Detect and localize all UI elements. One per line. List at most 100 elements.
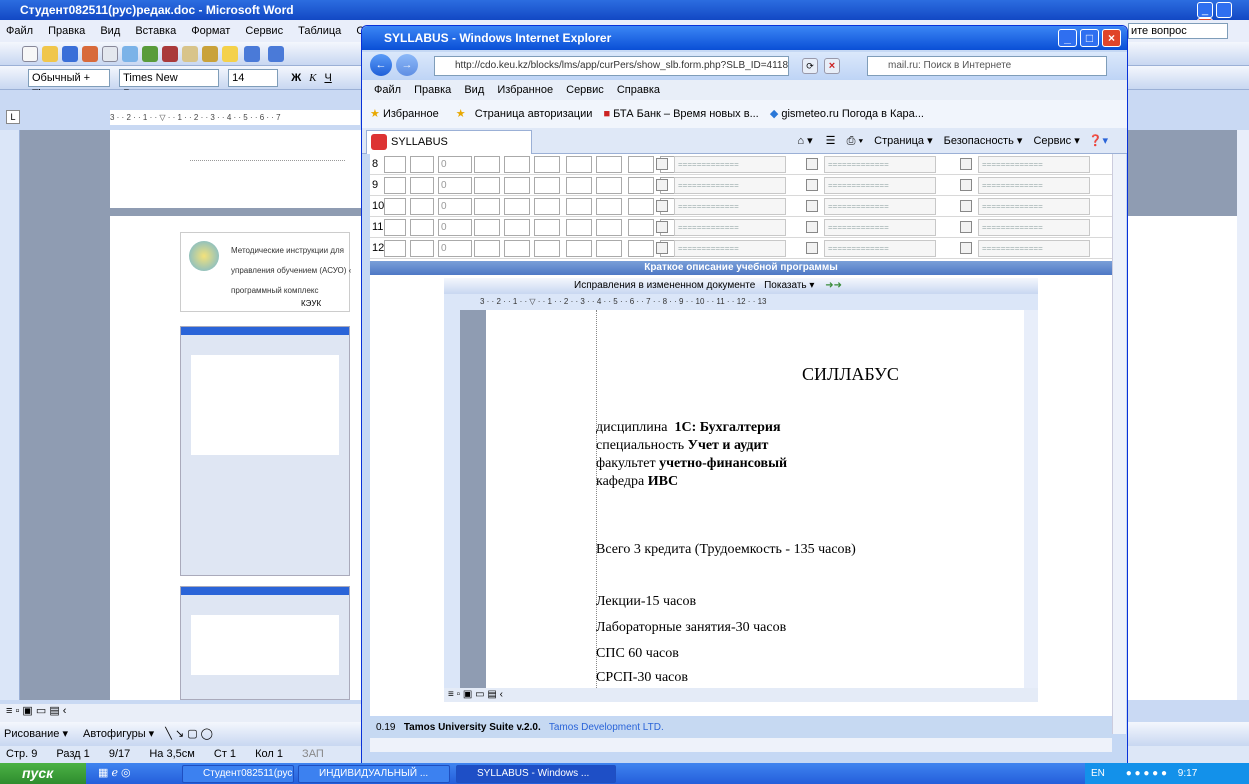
star-icon[interactable]: ★ (370, 108, 380, 120)
print-preview-icon[interactable] (122, 46, 138, 62)
grid-cell[interactable] (628, 240, 654, 257)
grid-cell[interactable] (474, 240, 500, 257)
grid-cell[interactable] (628, 177, 654, 194)
grid-cell[interactable] (410, 156, 434, 173)
grid-cell[interactable] (504, 219, 530, 236)
grid-select[interactable]: ============= (674, 156, 786, 173)
grid-cell[interactable] (504, 240, 530, 257)
tray-icons[interactable]: ● ● ● ● ● (1126, 768, 1167, 779)
grid-cell[interactable] (534, 198, 560, 215)
italic-icon[interactable]: К (309, 72, 316, 84)
grid-cell[interactable] (474, 219, 500, 236)
track-changes-combo[interactable]: Исправления в измененном документе (574, 280, 755, 291)
menu-insert[interactable]: Вставка (135, 25, 176, 37)
font-combo[interactable]: Times New Roman (119, 69, 220, 100)
menu-table[interactable]: Таблица (298, 25, 341, 37)
home-icon[interactable]: ⌂ ▾ (797, 135, 812, 147)
redo-icon[interactable] (268, 46, 284, 62)
grid-cell-zero[interactable]: 0 (438, 156, 472, 173)
grid-cell[interactable] (474, 177, 500, 194)
grid-checkbox[interactable] (806, 179, 818, 191)
new-document-icon[interactable] (22, 46, 38, 62)
stop-icon[interactable]: × (824, 58, 840, 74)
grid-cell[interactable] (596, 177, 622, 194)
task-ie-syllabus[interactable]: SYLLABUS - Windows ... (456, 765, 616, 783)
embedded-ruler[interactable]: 3 · · 2 · · 1 · · ▽ · · 1 · · 2 · · 3 · … (444, 294, 1038, 310)
grid-checkbox[interactable] (656, 179, 668, 191)
ie-menu-file[interactable]: Файл (374, 84, 401, 96)
grid-select[interactable]: ============= (674, 219, 786, 236)
spelling-icon[interactable] (142, 46, 158, 62)
language-indicator[interactable]: EN (1091, 768, 1105, 779)
grid-checkbox[interactable] (806, 221, 818, 233)
paste-icon[interactable] (202, 46, 218, 62)
ie-horizontal-scrollbar[interactable] (370, 738, 1112, 752)
grid-cell[interactable] (474, 198, 500, 215)
grid-cell[interactable] (628, 198, 654, 215)
grid-cell[interactable] (566, 156, 592, 173)
grid-checkbox[interactable] (656, 200, 668, 212)
grid-select[interactable]: ============= (824, 198, 936, 215)
fav-link-auth[interactable]: Страница авторизации (475, 108, 593, 120)
ie-vertical-scrollbar[interactable] (1112, 154, 1126, 734)
fav-link-bta[interactable]: БТА Банк – Время новых в... (613, 108, 759, 120)
menu-tools[interactable]: Сервис (245, 25, 283, 37)
menu-edit[interactable]: Правка (48, 25, 85, 37)
grid-cell[interactable] (596, 198, 622, 215)
grid-select[interactable]: ============= (674, 198, 786, 215)
help-question-box[interactable]: ите вопрос (1128, 23, 1228, 39)
style-combo[interactable]: Обычный + Time (28, 69, 110, 100)
favorites-button[interactable]: Избранное (383, 108, 439, 120)
quick-launch-icons[interactable]: ▦ ℯ ◎ (98, 766, 131, 779)
embedded-vertical-ruler[interactable] (444, 310, 460, 688)
print-icon[interactable] (102, 46, 118, 62)
vertical-ruler[interactable] (0, 130, 20, 700)
grid-checkbox[interactable] (656, 221, 668, 233)
grid-cell[interactable] (534, 177, 560, 194)
grid-select[interactable]: ============= (824, 156, 936, 173)
grid-cell[interactable] (534, 156, 560, 173)
grid-select[interactable]: ============= (824, 240, 936, 257)
tab-selector-icon[interactable]: L (6, 110, 20, 124)
grid-cell[interactable] (534, 240, 560, 257)
page-menu[interactable]: Страница ▾ (874, 135, 932, 147)
status-record[interactable]: ЗАП (302, 748, 324, 760)
undo-icon[interactable] (244, 46, 260, 62)
grid-checkbox[interactable] (806, 242, 818, 254)
grid-select[interactable]: ============= (674, 240, 786, 257)
ie-menu-help[interactable]: Справка (617, 84, 660, 96)
help-icon[interactable]: ❓▾ (1089, 135, 1108, 147)
cut-icon[interactable] (162, 46, 178, 62)
row-radio[interactable] (384, 156, 406, 173)
grid-cell[interactable] (504, 156, 530, 173)
ie-maximize-icon[interactable]: □ (1080, 29, 1099, 47)
grid-cell-zero[interactable]: 0 (438, 240, 472, 257)
grid-cell[interactable] (628, 156, 654, 173)
grid-checkbox[interactable] (960, 242, 972, 254)
grid-cell[interactable] (410, 177, 434, 194)
task-word[interactable]: Студент082511(рус... (182, 765, 294, 783)
grid-select[interactable]: ============= (978, 156, 1090, 173)
grid-checkbox[interactable] (960, 200, 972, 212)
fav-link-gismeteo[interactable]: gismeteo.ru Погода в Кара... (781, 108, 924, 120)
grid-cell[interactable] (628, 219, 654, 236)
grid-select[interactable]: ============= (824, 219, 936, 236)
grid-cell-zero[interactable]: 0 (438, 177, 472, 194)
ie-menu-tools[interactable]: Сервис (566, 84, 604, 96)
grid-cell-zero[interactable]: 0 (438, 219, 472, 236)
grid-cell[interactable] (596, 156, 622, 173)
tab-syllabus[interactable]: SYLLABUS (366, 130, 532, 154)
print-icon[interactable]: ⎙ ▾ (847, 135, 863, 147)
grid-cell[interactable] (410, 240, 434, 257)
start-button[interactable]: пуск (0, 763, 86, 784)
grid-cell[interactable] (504, 198, 530, 215)
grid-checkbox[interactable] (806, 158, 818, 170)
grid-checkbox[interactable] (656, 242, 668, 254)
copy-icon[interactable] (182, 46, 198, 62)
ie-menu-edit[interactable]: Правка (414, 84, 451, 96)
minimize-icon[interactable]: _ (1197, 2, 1213, 18)
ie-close-icon[interactable]: × (1102, 29, 1121, 47)
grid-cell[interactable] (566, 240, 592, 257)
format-painter-icon[interactable] (222, 46, 238, 62)
drawing-menu[interactable]: Рисование ▾ (4, 728, 68, 740)
